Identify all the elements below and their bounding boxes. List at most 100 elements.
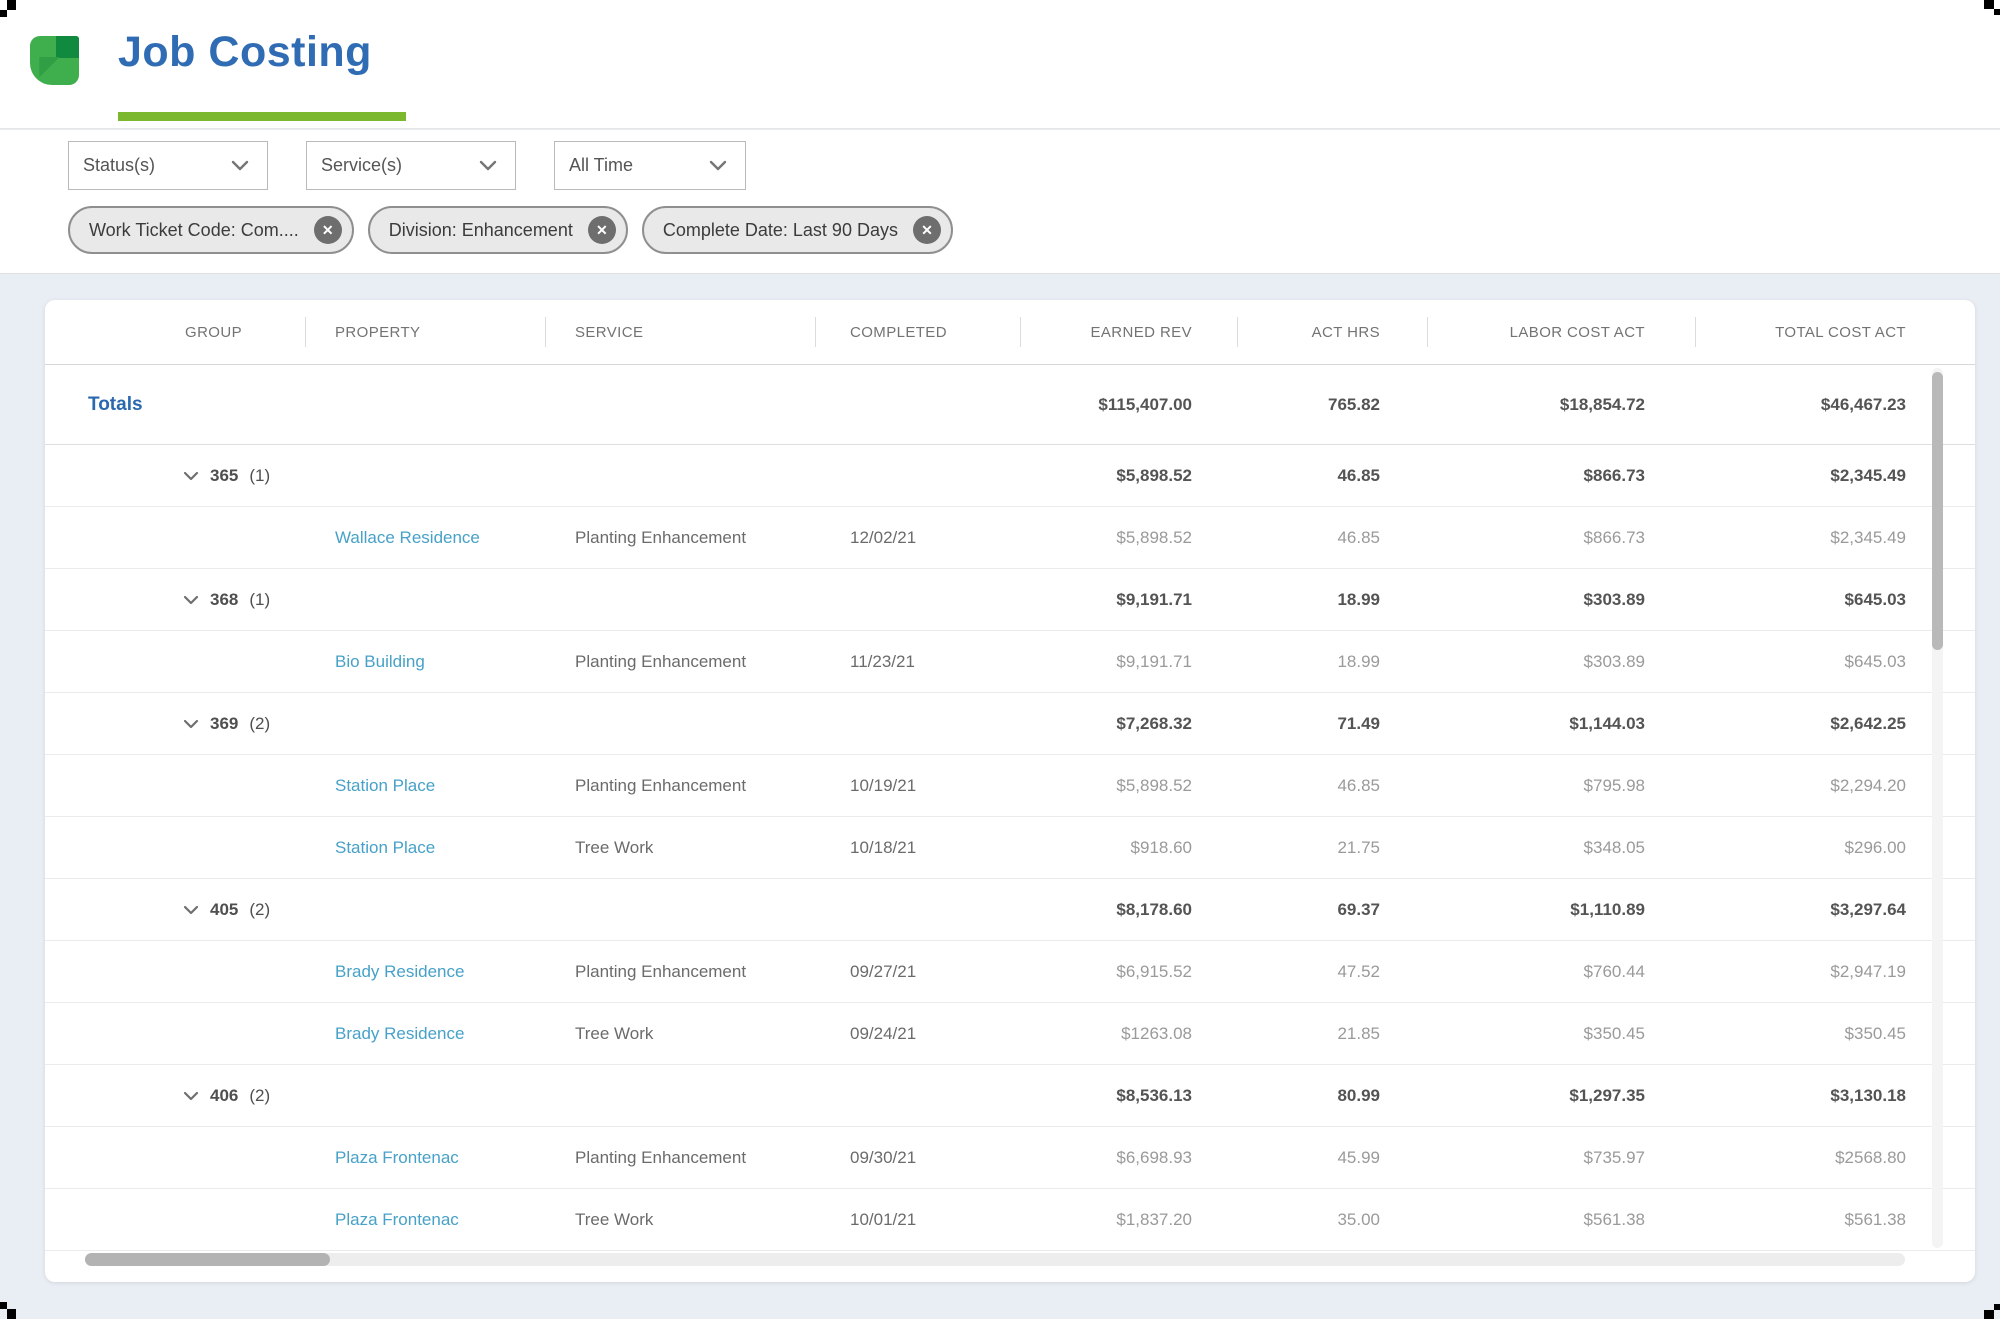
labor-cost-act-value: $303.89 [1427, 590, 1695, 610]
column-header-group[interactable]: GROUP [45, 300, 305, 364]
act-hrs-value: 46.85 [1237, 466, 1427, 486]
service-dropdown[interactable]: Service(s) [306, 141, 516, 190]
act-hrs-value: 35.00 [1237, 1210, 1427, 1230]
filter-dropdowns: Status(s) Service(s) All Time [68, 141, 746, 190]
column-header-service[interactable]: SERVICE [545, 300, 815, 364]
chevron-down-icon[interactable] [183, 905, 199, 915]
earned-rev-value: $9,191.71 [1020, 652, 1237, 672]
property-link[interactable]: Station Place [305, 838, 545, 858]
labor-cost-act-value: $1,144.03 [1427, 714, 1695, 734]
earned-rev-value: $8,178.60 [1020, 900, 1237, 920]
chevron-down-icon[interactable] [183, 471, 199, 481]
chevron-down-icon[interactable] [183, 595, 199, 605]
table-header-row: GROUP PROPERTY SERVICE COMPLETED EARNED … [45, 300, 1975, 365]
filter-bar: Status(s) Service(s) All Time Work Ticke… [0, 130, 2000, 274]
property-link[interactable]: Wallace Residence [305, 528, 545, 548]
group-toggle[interactable]: 365 (1) [45, 466, 305, 486]
filter-chip-division[interactable]: Division: Enhancement ✕ [368, 206, 628, 254]
act-hrs-value: 46.85 [1237, 776, 1427, 796]
group-number: 365 [210, 466, 238, 486]
completed-date: 10/01/21 [815, 1210, 1020, 1230]
table-row: Brady Residence Tree Work 09/24/21 $1263… [45, 1003, 1975, 1065]
filter-chip-complete-date[interactable]: Complete Date: Last 90 Days ✕ [642, 206, 953, 254]
property-link[interactable]: Bio Building [305, 652, 545, 672]
property-link[interactable]: Plaza Frontenac [305, 1210, 545, 1230]
group-row-368[interactable]: 368 (1) $9,191.71 18.99 $303.89 $645.03 [45, 569, 1975, 631]
chevron-down-icon[interactable] [183, 719, 199, 729]
group-number: 368 [210, 590, 238, 610]
group-number: 406 [210, 1086, 238, 1106]
labor-cost-act-value: $735.97 [1427, 1148, 1695, 1168]
close-icon[interactable]: ✕ [588, 216, 616, 244]
column-header-earned-rev[interactable]: EARNED REV [1020, 300, 1237, 364]
group-toggle[interactable]: 405 (2) [45, 900, 305, 920]
earned-rev-value: $918.60 [1020, 838, 1237, 858]
service-value: Planting Enhancement [545, 528, 815, 548]
labor-cost-act-value: $866.73 [1427, 528, 1695, 548]
group-toggle[interactable]: 369 (2) [45, 714, 305, 734]
horizontal-scrollbar-thumb[interactable] [85, 1253, 330, 1266]
group-row-406[interactable]: 406 (2) $8,536.13 80.99 $1,297.35 $3,130… [45, 1065, 1975, 1127]
property-link[interactable]: Brady Residence [305, 1024, 545, 1044]
close-icon[interactable]: ✕ [314, 216, 342, 244]
group-toggle[interactable]: 368 (1) [45, 590, 305, 610]
completed-date: 12/02/21 [815, 528, 1020, 548]
status-dropdown[interactable]: Status(s) [68, 141, 268, 190]
group-row-369[interactable]: 369 (2) $7,268.32 71.49 $1,144.03 $2,642… [45, 693, 1975, 755]
earned-rev-value: $6,698.93 [1020, 1148, 1237, 1168]
top-bar: Job Costing [0, 0, 2000, 129]
filter-chips: Work Ticket Code: Com.... ✕ Division: En… [68, 206, 953, 254]
property-link[interactable]: Plaza Frontenac [305, 1148, 545, 1168]
labor-cost-act-value: $303.89 [1427, 652, 1695, 672]
service-value: Tree Work [545, 1024, 815, 1044]
group-row-405[interactable]: 405 (2) $8,178.60 69.37 $1,110.89 $3,297… [45, 879, 1975, 941]
column-header-completed[interactable]: COMPLETED [815, 300, 1020, 364]
group-count: (2) [249, 714, 270, 734]
horizontal-scrollbar-track[interactable] [85, 1253, 1905, 1266]
labor-cost-act-value: $795.98 [1427, 776, 1695, 796]
active-tab-underline [118, 112, 406, 121]
table-row: Station Place Planting Enhancement 10/19… [45, 755, 1975, 817]
time-range-dropdown[interactable]: All Time [554, 141, 746, 190]
column-header-property[interactable]: PROPERTY [305, 300, 545, 364]
table-row: Bio Building Planting Enhancement 11/23/… [45, 631, 1975, 693]
earned-rev-value: $6,915.52 [1020, 962, 1237, 982]
service-value: Planting Enhancement [545, 1148, 815, 1168]
page-title: Job Costing [118, 28, 372, 77]
column-header-labor-cost-act[interactable]: LABOR COST ACT [1427, 300, 1695, 364]
group-count: (1) [249, 590, 270, 610]
earned-rev-value: $7,268.32 [1020, 714, 1237, 734]
column-header-act-hrs[interactable]: ACT HRS [1237, 300, 1427, 364]
completed-date: 10/18/21 [815, 838, 1020, 858]
corner-mark [0, 10, 7, 17]
act-hrs-value: 80.99 [1237, 1086, 1427, 1106]
labor-cost-act-value: $1,110.89 [1427, 900, 1695, 920]
act-hrs-value: 47.52 [1237, 962, 1427, 982]
vertical-scrollbar-thumb[interactable] [1932, 372, 1943, 650]
chevron-down-icon[interactable] [183, 1091, 199, 1101]
service-dropdown-label: Service(s) [321, 155, 402, 176]
table-row: Plaza Frontenac Tree Work 10/01/21 $1,83… [45, 1189, 1975, 1251]
property-link[interactable]: Brady Residence [305, 962, 545, 982]
labor-cost-act-value: $561.38 [1427, 1210, 1695, 1230]
act-hrs-value: 21.85 [1237, 1024, 1427, 1044]
group-row-365[interactable]: 365 (1) $5,898.52 46.85 $866.73 $2,345.4… [45, 445, 1975, 507]
table-row: Station Place Tree Work 10/18/21 $918.60… [45, 817, 1975, 879]
labor-cost-act-value: $1,297.35 [1427, 1086, 1695, 1106]
completed-date: 10/19/21 [815, 776, 1020, 796]
column-header-total-cost-act[interactable]: TOTAL COST ACT [1695, 300, 1975, 364]
corner-mark [1994, 1304, 2000, 1310]
totals-labor-cost-act: $18,854.72 [1427, 395, 1695, 415]
group-toggle[interactable]: 406 (2) [45, 1086, 305, 1106]
close-icon[interactable]: ✕ [913, 216, 941, 244]
earned-rev-value: $5,898.52 [1020, 776, 1237, 796]
labor-cost-act-value: $348.05 [1427, 838, 1695, 858]
filter-chip-work-ticket-code[interactable]: Work Ticket Code: Com.... ✕ [68, 206, 354, 254]
chevron-down-icon [479, 160, 497, 171]
property-link[interactable]: Station Place [305, 776, 545, 796]
service-value: Tree Work [545, 1210, 815, 1230]
filter-chip-label: Complete Date: Last 90 Days [663, 220, 898, 241]
act-hrs-value: 18.99 [1237, 590, 1427, 610]
group-count: (2) [249, 900, 270, 920]
totals-act-hrs: 765.82 [1237, 395, 1427, 415]
